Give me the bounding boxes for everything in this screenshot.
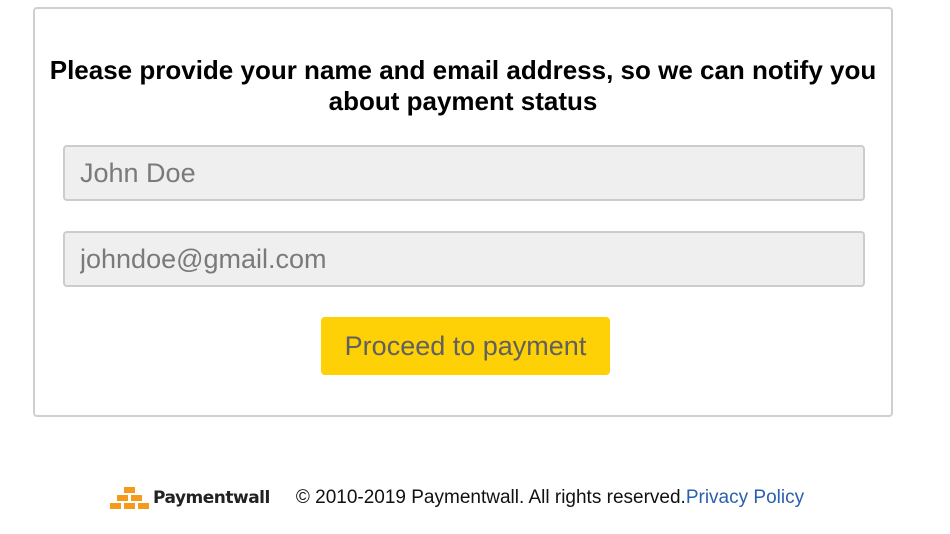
proceed-to-payment-button[interactable]: Proceed to payment: [321, 317, 610, 375]
form-title: Please provide your name and email addre…: [49, 55, 877, 116]
contact-form-card: Please provide your name and email addre…: [33, 7, 893, 417]
email-input[interactable]: [63, 231, 865, 287]
footer: Paymentwall © 2010-2019 Paymentwall. All…: [110, 478, 804, 518]
privacy-policy-link[interactable]: Privacy Policy: [686, 487, 804, 509]
name-input[interactable]: [63, 145, 865, 201]
logo-brand-name: Paymentwall: [153, 488, 270, 508]
paymentwall-bricks-icon: [110, 487, 149, 509]
copyright-text: © 2010-2019 Paymentwall. All rights rese…: [295, 487, 686, 508]
paymentwall-logo: Paymentwall: [110, 485, 270, 511]
